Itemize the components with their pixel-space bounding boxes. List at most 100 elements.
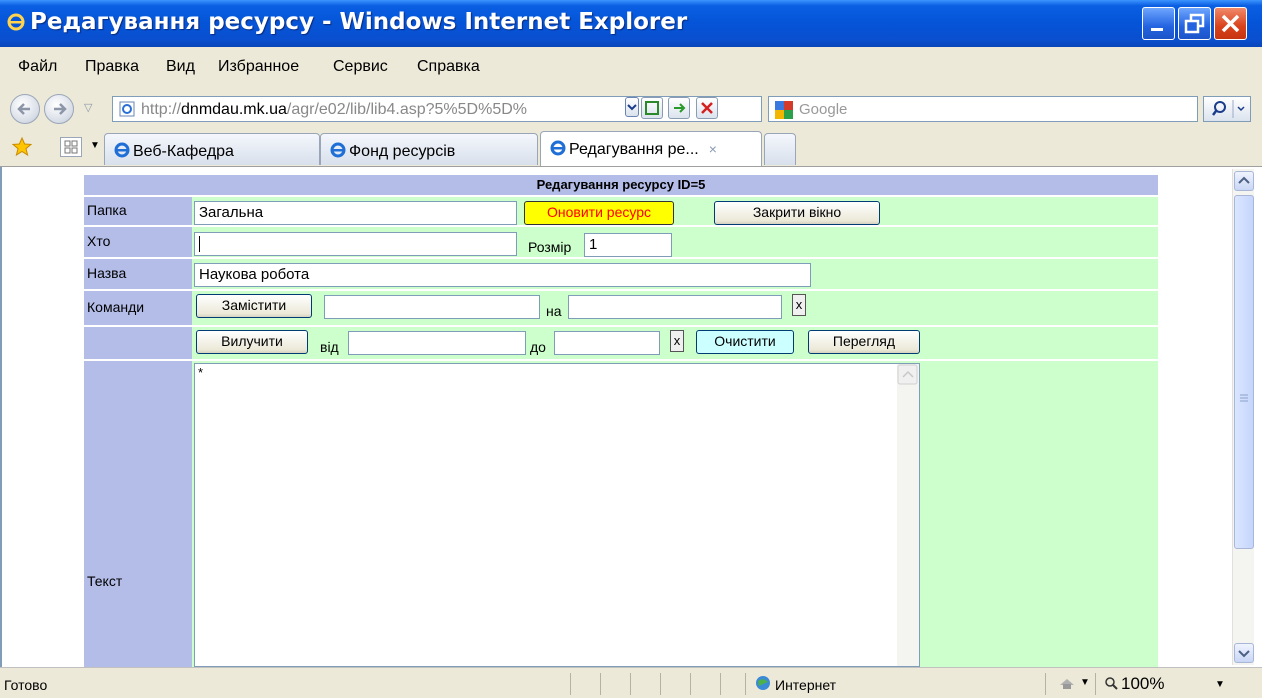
clear-button[interactable]: Очистити (696, 330, 794, 354)
text-area-content: * (198, 365, 204, 380)
replace-button[interactable]: Замістити (196, 294, 312, 318)
name-input[interactable]: Наукова робота (194, 263, 811, 287)
remove-from-input[interactable] (348, 331, 526, 355)
scroll-thumb[interactable] (1234, 195, 1254, 549)
menu-tools[interactable]: Сервис (333, 58, 388, 76)
label-folder: Папка (84, 197, 192, 225)
title-bar: Редагування ресурсу - Windows Internet E… (0, 0, 1262, 47)
remove-to-input[interactable] (554, 331, 660, 355)
grip-icon (1240, 394, 1248, 402)
form-header: Редагування ресурсу ID=5 (84, 175, 1158, 195)
quick-tabs-icon (64, 140, 78, 154)
compatibility-button[interactable] (641, 97, 663, 119)
quick-tabs-button[interactable] (60, 137, 82, 157)
status-text: Готово (4, 677, 48, 693)
label-name: Назва (84, 259, 192, 289)
forward-button[interactable] (44, 94, 74, 124)
stop-icon (701, 102, 713, 114)
ie-logo-icon (7, 13, 25, 31)
tab-bar: ▼ Веб-Кафедра Фонд ресурсів Редагування … (0, 129, 1262, 167)
tab-label: Веб-Кафедра (133, 143, 234, 160)
zoom-dropdown-icon[interactable]: ▼ (1215, 679, 1225, 690)
remove-button[interactable]: Вилучити (196, 330, 308, 354)
scroll-down-button[interactable] (1234, 643, 1254, 663)
url-field[interactable]: http://dnmdau.mk.ua/agr/e02/lib/lib4.asp… (112, 96, 762, 122)
clear-remove-x-button[interactable]: x (670, 330, 684, 352)
menu-favorites[interactable]: Избранное (218, 58, 299, 76)
menu-bar: Файл Правка Вид Избранное Сервис Справка (0, 47, 1262, 89)
status-bar: Готово Интернет ▼ 100% ▼ (0, 667, 1262, 698)
on-label: на (546, 303, 562, 319)
minimize-button[interactable] (1142, 7, 1175, 40)
size-label: Розмір (528, 239, 572, 255)
ie-tab-icon (330, 142, 346, 158)
zone-text: Интернет (775, 677, 837, 693)
status-separator (720, 673, 721, 695)
internet-globe-icon (756, 676, 770, 690)
protected-mode-icon[interactable] (1058, 675, 1076, 691)
text-cursor (199, 236, 200, 253)
who-input[interactable] (194, 232, 517, 256)
chevron-down-icon (1238, 650, 1250, 658)
menu-help[interactable]: Справка (417, 58, 480, 76)
tab-list-dropdown-icon[interactable]: ▼ (90, 140, 100, 151)
search-icon (1212, 100, 1245, 118)
tab-label: Редагування ре... (569, 141, 699, 158)
back-button[interactable] (10, 94, 40, 124)
window-title: Редагування ресурсу - Windows Internet E… (30, 9, 688, 35)
label-commands-2 (84, 327, 192, 359)
page-scrollbar[interactable] (1232, 169, 1254, 665)
close-window-button[interactable] (1214, 7, 1247, 40)
protected-mode-dropdown-icon[interactable]: ▼ (1080, 677, 1090, 688)
clear-replace-x-button[interactable]: x (792, 294, 806, 316)
restore-icon (1184, 13, 1205, 34)
restore-button[interactable] (1178, 7, 1211, 40)
tab-web-department[interactable]: Веб-Кафедра (104, 133, 320, 165)
ie-window: Редагування ресурсу - Windows Internet E… (0, 0, 1262, 698)
status-separator (1045, 673, 1046, 695)
status-separator (1095, 673, 1096, 695)
folder-input[interactable]: Загальна (194, 201, 517, 225)
new-tab-button[interactable] (764, 133, 796, 165)
menu-view[interactable]: Вид (166, 58, 195, 76)
forward-arrow-icon (54, 103, 67, 115)
zoom-level[interactable]: 100% (1121, 674, 1164, 694)
preview-button[interactable]: Перегляд (808, 330, 920, 354)
favorites-star-icon[interactable] (12, 137, 32, 157)
menu-edit[interactable]: Правка (85, 58, 139, 76)
tab-resource-fund[interactable]: Фонд ресурсів (320, 133, 538, 165)
text-area-scrollbar[interactable] (897, 364, 919, 666)
stop-button[interactable] (696, 97, 718, 119)
url-dropdown-button[interactable] (625, 97, 639, 117)
back-arrow-icon (17, 103, 30, 115)
replace-to-input[interactable] (568, 295, 782, 319)
address-bar: ▽ http://dnmdau.mk.ua/agr/e02/lib/lib4.a… (0, 89, 1262, 129)
search-button[interactable] (1203, 96, 1251, 122)
chevron-down-icon (627, 104, 637, 111)
status-separator (690, 673, 691, 695)
close-page-button[interactable]: Закрити вікно (714, 201, 880, 225)
url-prefix: http:// (141, 101, 182, 118)
update-resource-button[interactable]: Оновити ресурс (524, 201, 674, 225)
search-input[interactable]: Google (768, 96, 1198, 122)
status-separator (600, 673, 601, 695)
zoom-icon[interactable] (1104, 676, 1120, 692)
scroll-up-button[interactable] (1234, 171, 1254, 191)
url-host: dnmdau.mk.ua (181, 101, 287, 118)
tab-edit-resource[interactable]: Редагування ре... × (540, 131, 762, 166)
refresh-icon (674, 103, 686, 113)
tab-close-icon[interactable]: × (709, 141, 717, 157)
label-commands: Команди (84, 291, 192, 325)
close-icon (1221, 14, 1240, 33)
history-dropdown-icon[interactable]: ▽ (84, 101, 92, 114)
from-label: від (320, 339, 339, 355)
search-placeholder: Google (799, 101, 848, 118)
status-separator (630, 673, 631, 695)
tab-label: Фонд ресурсів (349, 143, 456, 160)
resource-text-area[interactable]: * (194, 363, 920, 667)
refresh-button[interactable] (668, 97, 690, 119)
menu-file[interactable]: Файл (18, 58, 57, 76)
size-input[interactable]: 1 (584, 233, 672, 257)
replace-from-input[interactable] (324, 295, 540, 319)
chevron-up-icon (1238, 176, 1250, 184)
